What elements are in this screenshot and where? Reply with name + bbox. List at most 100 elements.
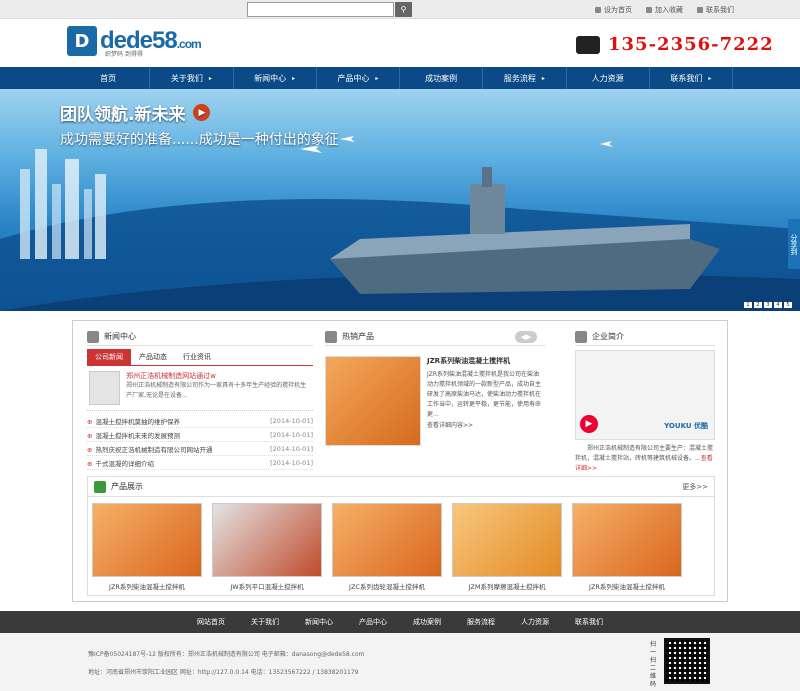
company-title: 企业简介 <box>592 332 624 341</box>
main-nav: 首页 关于我们 ▸ 新闻中心 ▸ 产品中心 ▸ 成功案例 服务流程 ▸ 人力资源 联系我们 ▸ <box>0 67 800 89</box>
nav-item[interactable]: 联系我们 ▸ <box>650 67 733 89</box>
product-image[interactable] <box>332 503 442 577</box>
caret-icon: ▸ <box>208 74 212 82</box>
news-list-item[interactable]: ⊕ 千式混凝的详细介绍 [2014-10-01] <box>87 456 313 470</box>
hot-icon <box>325 330 337 343</box>
product-name[interactable]: JZM系列摩擦混凝土搅拌机 <box>452 581 562 591</box>
phone-block: 135-2356-7222 <box>576 34 774 55</box>
bookmark-link[interactable]: 加入收藏 <box>646 5 683 15</box>
news-feature-desc: 郑州正浩机械制造有限公司作为一家具有十多年生产经验的搅拌机生产厂家,无论是在设备… <box>126 382 307 399</box>
product-name[interactable]: JZR系列柴油混凝土搅拌机 <box>92 581 202 591</box>
news-date: [2014-10-01] <box>270 444 313 453</box>
news-list-item[interactable]: ⊕ 热烈庆祝正浩机械制造有限公司网站开通 [2014-10-01] <box>87 442 313 456</box>
hot-product-image[interactable] <box>325 356 421 446</box>
hero-banner: 团队领航.新未来 ▶ 成功需要好的准备......成功是一种付出的象征 分享到 1… <box>0 89 800 311</box>
video-play-icon[interactable]: ▶ <box>580 415 598 433</box>
news-tabs: 公司新闻 产品动态 行业资讯 <box>87 349 313 366</box>
hot-title: 热销产品 <box>342 332 374 341</box>
news-date: [2014-10-01] <box>270 458 313 467</box>
product-image[interactable] <box>92 503 202 577</box>
tab-company-news[interactable]: 公司新闻 <box>87 349 131 365</box>
top-bar: ⚲ 设为首页 加入收藏 联系我们 <box>0 0 800 19</box>
product-name[interactable]: JZC系列齿轮混凝土搅拌机 <box>332 581 442 591</box>
news-thumbnail <box>89 371 121 405</box>
nav-item[interactable]: 新闻中心 ▸ <box>234 67 317 89</box>
logo-icon: D <box>67 26 97 56</box>
footer-nav-item[interactable]: 新闻中心 <box>292 611 346 633</box>
telephone-icon <box>576 35 600 54</box>
footer-nav-item[interactable]: 产品中心 <box>346 611 400 633</box>
footer: 豫ICP备05024187号-12 版权所有：郑州正浩机械制造有限公司 电子邮箱… <box>0 633 800 691</box>
logo-suffix: .com <box>176 37 202 51</box>
contact-link[interactable]: 联系我们 <box>697 5 734 15</box>
hot-products-section: 热销产品 ◀▶ JZR系列柴油混凝土搅拌机 JZR系列柴油混凝土搅拌机是我公司在… <box>325 328 545 446</box>
products-more-link[interactable]: 更多>> <box>682 482 708 492</box>
footer-nav-item[interactable]: 服务流程 <box>454 611 508 633</box>
slide-dot[interactable]: 1 <box>744 302 752 308</box>
video-player[interactable]: ▶ YOUKU 优酷 <box>575 350 715 440</box>
nav-item[interactable]: 成功案例 <box>400 67 484 89</box>
news-date: [2014-10-01] <box>270 416 313 425</box>
play-icon[interactable]: ▶ <box>193 104 211 121</box>
news-section: 新闻中心 公司新闻 产品动态 行业资讯 郑州正浩机械制造网站通过w 郑州正浩机械… <box>87 328 313 470</box>
slide-dot[interactable]: 3 <box>764 302 772 308</box>
footer-nav-item[interactable]: 联系我们 <box>562 611 616 633</box>
product-card[interactable]: JW系列平口混凝土搅拌机 <box>212 503 322 591</box>
product-image[interactable] <box>212 503 322 577</box>
nav-item[interactable]: 关于我们 ▸ <box>150 67 234 89</box>
tab-industry-news[interactable]: 行业资讯 <box>175 349 219 365</box>
top-links: 设为首页 加入收藏 联系我们 <box>595 5 734 15</box>
phone-number: 135-2356-7222 <box>608 34 774 55</box>
company-desc: 郑州正浩机械制造有限公司主要生产：混凝土搅拌机，混凝土搅拌站，砖机等建筑机械设备… <box>575 445 714 472</box>
search-input[interactable] <box>247 2 394 17</box>
company-icon <box>575 330 587 343</box>
tab-product-news[interactable]: 产品动态 <box>131 349 175 365</box>
product-card[interactable]: JZC系列齿轮混凝土搅拌机 <box>332 503 442 591</box>
bullet-icon: ⊕ <box>87 445 93 454</box>
slide-dot[interactable]: 2 <box>754 302 762 308</box>
footer-nav-item[interactable]: 网站首页 <box>184 611 238 633</box>
news-feature[interactable]: 郑州正浩机械制造网站通过w 郑州正浩机械制造有限公司作为一家具有十多年生产经验的… <box>87 366 313 411</box>
bullet-icon: ⊕ <box>87 459 93 468</box>
nav-item[interactable]: 首页 <box>67 67 151 89</box>
bullet-icon: ⊕ <box>87 417 93 426</box>
slide-dot[interactable]: 4 <box>774 302 782 308</box>
home-icon <box>595 7 601 13</box>
news-list-item[interactable]: ⊕ 混凝土搅拌机未来的发展预测 [2014-10-01] <box>87 428 313 442</box>
banner-subtitle: 成功需要好的准备......成功是一种付出的象征 <box>60 132 339 148</box>
nav-item[interactable]: 人力资源 <box>567 67 650 89</box>
product-card[interactable]: JZM系列摩擦混凝土搅拌机 <box>452 503 562 591</box>
caret-icon: ▸ <box>375 74 379 82</box>
product-name[interactable]: JW系列平口混凝土搅拌机 <box>212 581 322 591</box>
product-card[interactable]: JZR系列柴油混凝土搅拌机 <box>572 503 682 591</box>
product-image[interactable] <box>572 503 682 577</box>
product-name[interactable]: JZR系列柴油混凝土搅拌机 <box>572 581 682 591</box>
share-button[interactable]: 分享到 <box>788 219 800 269</box>
star-icon <box>646 7 652 13</box>
news-list-item[interactable]: ⊕ 混凝土搅拌机莫抽的维护保养 [2014-10-01] <box>87 414 313 428</box>
search-icon: ⚲ <box>400 5 407 14</box>
news-feature-title[interactable]: 郑州正浩机械制造网站通过w <box>126 371 311 381</box>
hot-arrows[interactable]: ◀▶ <box>515 331 537 343</box>
product-image[interactable] <box>452 503 562 577</box>
set-homepage-link[interactable]: 设为首页 <box>595 5 632 15</box>
hot-product-title[interactable]: JZR系列柴油混凝土搅拌机 <box>427 356 545 366</box>
footer-nav-item[interactable]: 成功案例 <box>400 611 454 633</box>
slide-dot[interactable]: 5 <box>784 302 792 308</box>
footer-nav: 网站首页 关于我们 新闻中心 产品中心 成功案例 服务流程 人力资源 联系我们 <box>0 611 800 633</box>
nav-item[interactable]: 服务流程 ▸ <box>483 67 567 89</box>
footer-nav-item[interactable]: 关于我们 <box>238 611 292 633</box>
header: D dede58.com 织梦码 到得得 135-2356-7222 <box>0 20 800 66</box>
hot-more-link[interactable]: 查看详细内容>> <box>427 420 545 429</box>
news-icon <box>87 330 99 343</box>
nav-item[interactable]: 产品中心 ▸ <box>317 67 400 89</box>
qr-code <box>664 638 710 684</box>
products-section: 产品展示 更多>> JZR系列柴油混凝土搅拌机 JW系列平口混凝土搅拌机 JZC系列… <box>87 476 715 596</box>
video-brand: YOUKU 优酷 <box>664 422 708 430</box>
footer-nav-item[interactable]: 人力资源 <box>508 611 562 633</box>
caret-icon: ▸ <box>541 74 545 82</box>
search-button[interactable]: ⚲ <box>395 2 412 17</box>
product-card[interactable]: JZR系列柴油混凝土搅拌机 <box>92 503 202 591</box>
news-title: 新闻中心 <box>104 332 136 341</box>
bullet-icon: ⊕ <box>87 431 93 440</box>
